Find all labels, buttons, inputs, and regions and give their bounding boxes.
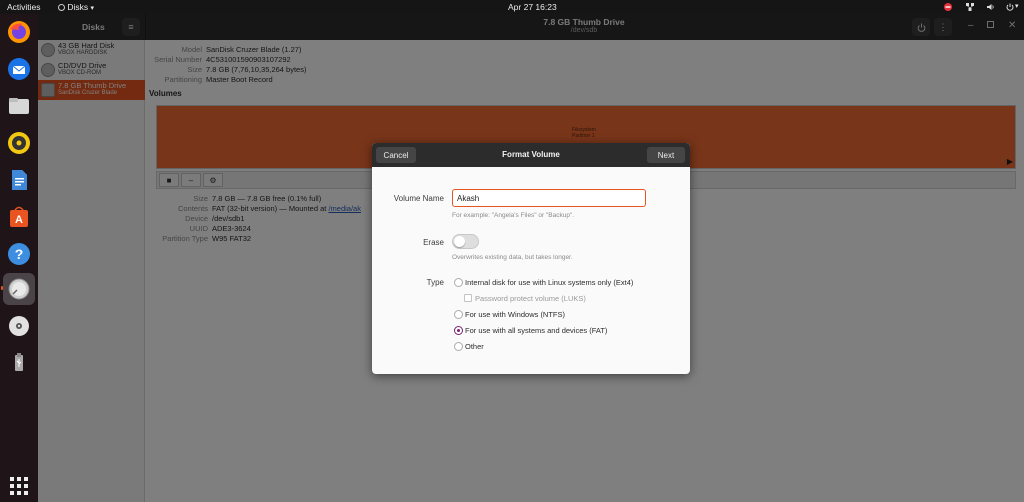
music-icon [8, 132, 30, 154]
firefox-icon [8, 21, 30, 43]
dock-files[interactable] [3, 90, 35, 122]
volume-name-label: Volume Name [393, 194, 444, 203]
mail-icon [8, 58, 30, 80]
dock-cd-drive[interactable] [3, 310, 35, 342]
option-fat-label: For use with all systems and devices (FA… [465, 326, 608, 335]
dock: A ? [0, 14, 38, 502]
power-icon[interactable] [1006, 3, 1014, 11]
do-not-disturb-icon[interactable] [944, 3, 952, 11]
network-icon[interactable] [966, 3, 974, 11]
option-ntfs-label: For use with Windows (NTFS) [465, 310, 566, 319]
activities-button[interactable]: Activities [7, 2, 41, 12]
next-button[interactable]: Next [647, 147, 685, 163]
dialog-header: Cancel Format Volume Next [372, 143, 690, 167]
dock-firefox[interactable] [3, 16, 35, 48]
app-store-icon: A [10, 206, 28, 227]
app-menu-label: Disks [67, 2, 89, 12]
disks-icon [8, 278, 30, 300]
chevron-down-icon: ▾ [90, 5, 95, 12]
option-ext4-label: Internal disk for use with Linux systems… [465, 278, 634, 287]
radio-ext4[interactable] [454, 278, 463, 287]
volume-name-hint: For example: "Angela's Files" or "Backup… [452, 212, 575, 219]
erase-hint: Overwrites existing data, but takes long… [452, 254, 573, 261]
show-applications-button[interactable] [3, 470, 35, 502]
svg-text:?: ? [15, 246, 24, 262]
checkbox-luks[interactable] [464, 294, 472, 302]
dock-writer[interactable] [3, 164, 35, 196]
erase-toggle[interactable] [452, 234, 479, 249]
radio-ntfs[interactable] [454, 310, 463, 319]
help-icon: ? [8, 243, 30, 265]
dock-rhythmbox[interactable] [3, 127, 35, 159]
folder-icon [9, 98, 29, 114]
clock[interactable]: Apr 27 16:23 [508, 2, 557, 12]
dock-disks[interactable] [3, 273, 35, 305]
dock-help[interactable]: ? [3, 238, 35, 270]
erase-label: Erase [423, 238, 444, 247]
dock-usb-drive[interactable] [3, 347, 35, 379]
type-label: Type [426, 278, 444, 287]
disks-small-icon [58, 4, 65, 11]
usb-icon [15, 353, 23, 371]
radio-other[interactable] [454, 342, 463, 351]
volume-name-input[interactable] [452, 189, 646, 207]
grid-icon [10, 477, 28, 495]
volume-icon[interactable] [987, 3, 995, 11]
app-menu[interactable]: Disks ▾ [58, 2, 94, 12]
system-menu-chevron-icon[interactable]: ▾ [1015, 2, 1019, 10]
option-luks-label: Password protect volume (LUKS) [475, 294, 586, 303]
top-bar: Activities Disks ▾ Apr 27 16:23 ▾ [0, 0, 1024, 14]
toggle-knob [454, 236, 465, 247]
disc-icon [9, 316, 29, 336]
dock-thunderbird[interactable] [3, 53, 35, 85]
dock-software[interactable]: A [3, 201, 35, 233]
dialog-title: Format Volume [502, 150, 560, 159]
option-other-label: Other [465, 342, 484, 351]
format-volume-dialog: Cancel Format Volume Next Volume Name Fo… [372, 143, 690, 374]
radio-fat[interactable] [454, 326, 463, 335]
svg-text:A: A [15, 214, 23, 226]
document-icon [12, 170, 27, 190]
